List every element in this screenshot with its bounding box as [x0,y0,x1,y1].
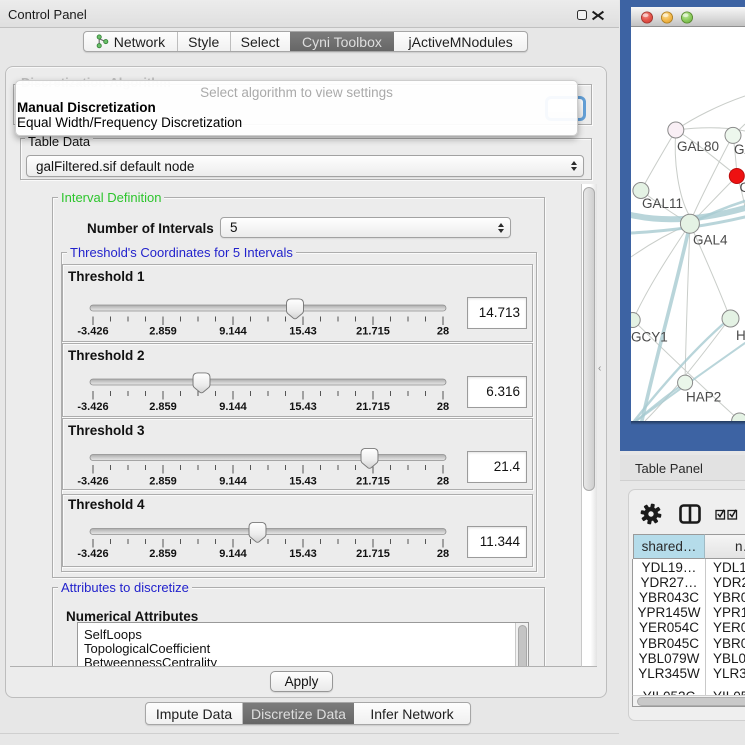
svg-text:-3.426: -3.426 [77,325,108,337]
svg-text:H: H [736,328,745,343]
svg-text:15.43: 15.43 [289,548,317,560]
svg-text:C: C [740,180,745,195]
svg-text:2.859: 2.859 [149,401,177,413]
svg-text:21.715: 21.715 [356,548,390,560]
svg-text:15.43: 15.43 [289,401,317,413]
svg-text:15.43: 15.43 [289,325,317,337]
svg-text:-3.426: -3.426 [77,401,108,413]
svg-text:HAP2: HAP2 [686,390,721,405]
svg-text:28: 28 [437,548,449,560]
svg-text:2.859: 2.859 [149,476,177,488]
svg-text:GAL4: GAL4 [693,233,728,248]
svg-text:21.715: 21.715 [356,476,390,488]
svg-text:GCY1: GCY1 [631,330,668,345]
svg-text:9.144: 9.144 [219,401,247,413]
svg-text:28: 28 [437,325,449,337]
svg-text:GAL11: GAL11 [642,196,683,211]
svg-text:9.144: 9.144 [219,476,247,488]
svg-text:9.144: 9.144 [219,548,247,560]
svg-text:28: 28 [437,401,449,413]
svg-text:9.144: 9.144 [219,325,247,337]
svg-text:2.859: 2.859 [149,325,177,337]
svg-text:GAL80: GAL80 [677,139,719,154]
svg-text:-3.426: -3.426 [77,476,108,488]
svg-text:21.715: 21.715 [356,401,390,413]
svg-text:15.43: 15.43 [289,476,317,488]
svg-text:GA: GA [734,142,745,157]
svg-text:21.715: 21.715 [356,325,390,337]
svg-text:2.859: 2.859 [149,548,177,560]
svg-text:28: 28 [437,476,449,488]
svg-text:-3.426: -3.426 [77,548,108,560]
